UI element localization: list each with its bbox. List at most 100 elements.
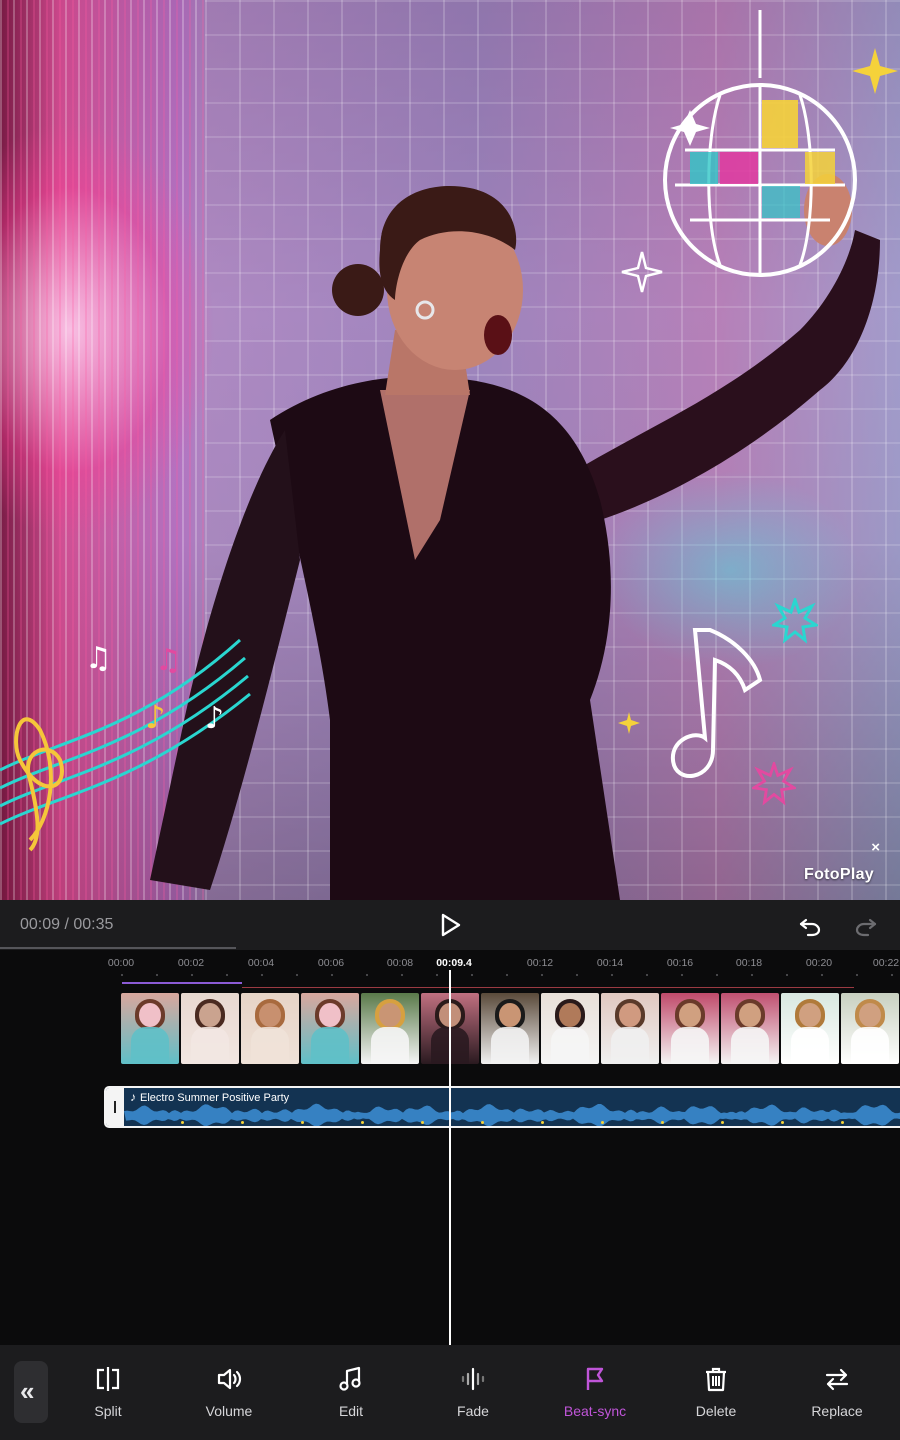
clip-thumbnail[interactable] — [481, 993, 539, 1064]
ruler-tick — [506, 974, 508, 976]
small-star-icon — [618, 712, 640, 734]
ruler-tick — [121, 974, 123, 976]
disco-ball-sticker — [663, 10, 857, 277]
playhead[interactable] — [449, 970, 451, 1345]
ruler-tick — [611, 974, 613, 976]
clip-thumbnail[interactable] — [361, 993, 419, 1064]
beat-marker[interactable] — [661, 1121, 664, 1124]
ruler-tick — [751, 974, 753, 976]
replace-label: Replace — [811, 1403, 863, 1419]
beat-marker[interactable] — [781, 1121, 784, 1124]
replace-button[interactable]: Replace — [787, 1365, 887, 1419]
split-label: Split — [94, 1403, 122, 1419]
video-clip-track[interactable] — [121, 993, 900, 1064]
audio-track-label: ♪ Electro Summer Positive Party — [130, 1090, 289, 1104]
undo-icon[interactable] — [798, 914, 822, 938]
beat-marker[interactable] — [421, 1121, 424, 1124]
sparkle-outline-icon — [621, 251, 663, 293]
ruler-tick — [366, 974, 368, 976]
ruler-tick — [856, 974, 858, 976]
music-note-icon — [339, 1366, 361, 1391]
delete-label: Delete — [695, 1403, 737, 1419]
ruler-tick — [646, 974, 648, 976]
timeline-range-line — [242, 987, 854, 988]
ruler-label: 00:09.4 — [436, 957, 472, 969]
fade-button[interactable]: Fade — [423, 1365, 523, 1419]
sparkle-icon — [852, 48, 898, 94]
music-staff-sticker: ♫ ♫ ♪ ♪ — [0, 638, 251, 852]
beat-marker[interactable] — [721, 1121, 724, 1124]
clip-thumbnail[interactable] — [241, 993, 299, 1064]
beat-marker[interactable] — [361, 1121, 364, 1124]
beat-marker[interactable] — [601, 1121, 604, 1124]
double-chevron-left-icon: « — [20, 1376, 35, 1406]
redo-icon[interactable] — [854, 914, 878, 938]
ruler-tick — [821, 974, 823, 976]
ruler-tick — [436, 974, 438, 976]
beat-marker[interactable] — [541, 1121, 544, 1124]
clip-thumbnail[interactable] — [721, 993, 779, 1064]
clip-thumbnail[interactable] — [841, 993, 899, 1064]
playback-controls: 00:09 / 00:35 — [0, 900, 900, 950]
fade-icon — [461, 1367, 485, 1391]
ruler-tick — [471, 974, 473, 976]
beat-sync-button[interactable]: Beat-sync — [545, 1365, 645, 1419]
collapse-button[interactable]: « — [14, 1361, 48, 1423]
clip-thumbnail[interactable] — [121, 993, 179, 1064]
beat-marker[interactable] — [181, 1121, 184, 1124]
audio-track[interactable]: ♪ Electro Summer Positive Party — [104, 1086, 900, 1128]
ruler-tick — [786, 974, 788, 976]
delete-button[interactable]: Delete — [666, 1365, 766, 1419]
ruler-tick — [331, 974, 333, 976]
ruler-label: 00:16 — [666, 957, 694, 969]
clip-thumbnail[interactable] — [601, 993, 659, 1064]
ruler-label: 00:04 — [247, 957, 275, 969]
ruler-label: 00:14 — [596, 957, 624, 969]
ruler-tick — [716, 974, 718, 976]
clip-thumbnail[interactable] — [661, 993, 719, 1064]
play-icon[interactable] — [437, 912, 463, 938]
beat-marker[interactable] — [301, 1121, 304, 1124]
watermark-close-icon[interactable]: × — [871, 839, 880, 856]
audio-trim-handle[interactable] — [106, 1088, 124, 1126]
audio-title: Electro Summer Positive Party — [140, 1092, 290, 1104]
ruler-label: 00:08 — [386, 957, 414, 969]
ruler-tick — [891, 974, 893, 976]
volume-button[interactable]: Volume — [179, 1365, 279, 1419]
split-button[interactable]: Split — [58, 1365, 158, 1419]
beat-marker[interactable] — [481, 1121, 484, 1124]
svg-text:♪: ♪ — [145, 698, 165, 736]
playback-progress-bar[interactable] — [0, 947, 236, 949]
ruler-label: 00:20 — [805, 957, 833, 969]
ruler-label: 00:02 — [177, 957, 205, 969]
clip-thumbnail[interactable] — [181, 993, 239, 1064]
bottom-toolbar: « Split Volume Edit Fade Beat-sync Delet… — [0, 1345, 900, 1440]
edit-button[interactable]: Edit — [301, 1365, 401, 1419]
timeline[interactable]: 00:00 00:02 00:04 00:06 00:08 00:09.4 00:12 00:… — [0, 950, 900, 1345]
ruler-tick — [156, 974, 158, 976]
clip-thumbnail[interactable] — [541, 993, 599, 1064]
ruler-tick — [261, 974, 263, 976]
ruler-tick — [576, 974, 578, 976]
volume-label: Volume — [205, 1403, 253, 1419]
ruler-label: 00:06 — [317, 957, 345, 969]
volume-icon — [217, 1368, 242, 1390]
beat-marker[interactable] — [841, 1121, 844, 1124]
ruler-tick — [681, 974, 683, 976]
ruler-tick — [296, 974, 298, 976]
clip-thumbnail[interactable] — [301, 993, 359, 1064]
ruler-tick — [226, 974, 228, 976]
music-note-icon: ♪ — [130, 1090, 136, 1104]
clip-thumbnail[interactable] — [781, 993, 839, 1064]
flag-icon — [586, 1367, 604, 1390]
edit-label: Edit — [338, 1403, 364, 1419]
ruler-label: 00:12 — [526, 957, 554, 969]
clip-range-indicator — [122, 982, 242, 984]
svg-text:♫: ♫ — [155, 643, 182, 678]
beat-marker[interactable] — [241, 1121, 244, 1124]
beat-sync-label: Beat-sync — [563, 1403, 627, 1419]
svg-text:♫: ♫ — [85, 641, 112, 676]
ruler-label: 00:18 — [735, 957, 763, 969]
video-preview[interactable]: ♫ ♫ ♪ ♪ × FotoPlay — [0, 0, 900, 900]
ruler-tick — [401, 974, 403, 976]
